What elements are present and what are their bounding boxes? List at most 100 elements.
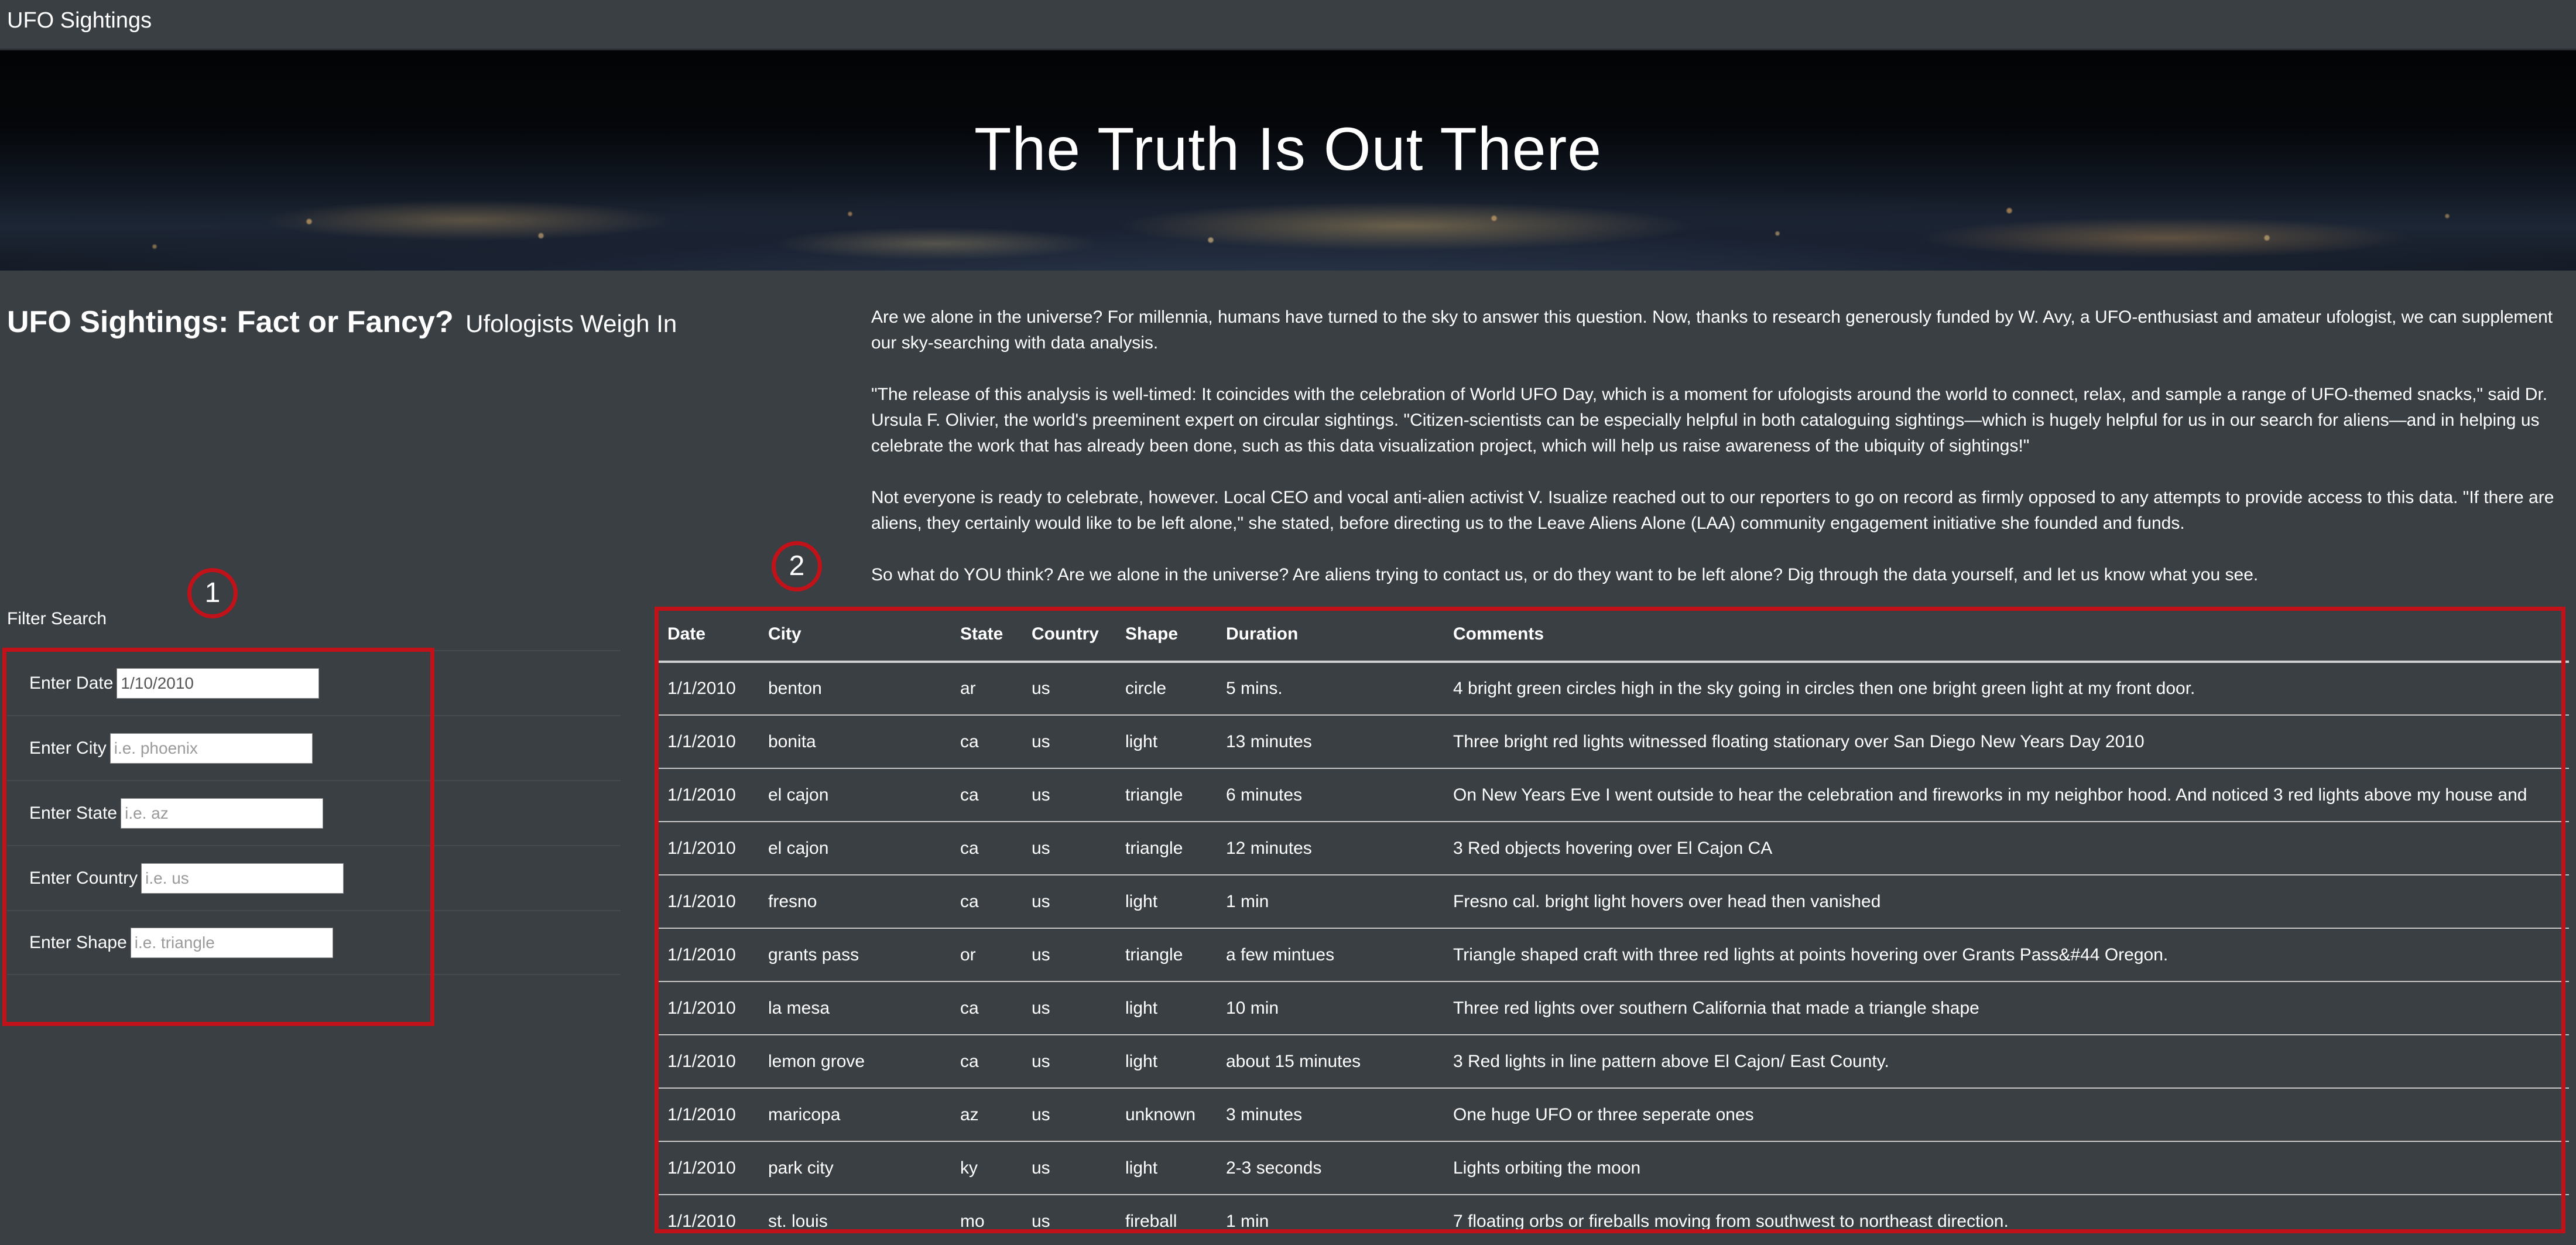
cell-country: us [1020,662,1114,716]
shape-input[interactable] [130,927,333,958]
cell-comments: Lights orbiting the moon [1441,1141,2569,1195]
table-row: 1/1/2010 el cajon ca us triangle 6 minutes On … [656,768,2569,822]
city-input[interactable] [109,733,313,764]
cell-shape: fireball [1114,1195,1214,1230]
cell-state: ar [948,662,1020,716]
cell-state: ca [948,768,1020,822]
cell-date: 1/1/2010 [656,715,756,769]
column-header-shape: Shape [1114,608,1214,663]
cell-duration: 2-3 seconds [1214,1141,1441,1195]
cell-city: park city [756,1141,948,1195]
cell-shape: light [1114,1035,1214,1089]
table-row: 1/1/2010 st. louis mo us fireball 1 min 7 floa… [656,1195,2569,1230]
cell-city: st. louis [756,1195,948,1230]
cell-city: lemon grove [756,1035,948,1089]
cell-country: us [1020,822,1114,875]
cell-shape: circle [1114,662,1214,716]
cell-city: grants pass [756,928,948,982]
cell-duration: 1 min [1214,875,1441,929]
shape-label: Enter Shape [29,932,127,952]
cell-country: us [1020,715,1114,769]
cell-country: us [1020,1035,1114,1089]
table-row: 1/1/2010 bonita ca us light 13 minutes Three b… [656,715,2569,769]
cell-date: 1/1/2010 [656,981,756,1035]
table-row: 1/1/2010 lemon grove ca us light about 15 min… [656,1035,2569,1089]
cell-comments: 3 Red objects hovering over El Cajon CA [1441,822,2569,875]
cell-shape: unknown [1114,1088,1214,1142]
filter-item-city: Enter City [7,715,621,780]
cell-comments: Three bright red lights witnessed floati… [1441,715,2569,769]
cell-comments: Three red lights over southern Californi… [1441,981,2569,1035]
cell-country: us [1020,875,1114,929]
cell-duration: 6 minutes [1214,768,1441,822]
cell-duration: 12 minutes [1214,822,1441,875]
cell-city: benton [756,662,948,716]
article-paragraph: Are we alone in the universe? For millen… [871,307,2553,353]
cell-state: ca [948,715,1020,769]
column-header-state: State [948,608,1020,663]
cell-comments: 4 bright green circles high in the sky g… [1441,662,2569,716]
article-paragraph: "The release of this analysis is well-ti… [871,385,2548,456]
cell-city: el cajon [756,768,948,822]
sightings-table-container: Date City State Country Shape Duration C… [656,608,2569,1230]
table-body: 1/1/2010 benton ar us circle 5 mins. 4 bright … [656,662,2569,1230]
filter-item-state: Enter State [7,780,621,845]
date-input[interactable] [117,668,320,699]
country-label: Enter Country [29,868,138,888]
cell-duration: 5 mins. [1214,662,1441,716]
article-paragraph: Not everyone is ready to celebrate, howe… [871,488,2554,533]
cell-state: ca [948,822,1020,875]
column-header-date: Date [656,608,756,663]
cell-date: 1/1/2010 [656,1195,756,1230]
cell-country: us [1020,928,1114,982]
cell-state: ca [948,1035,1020,1089]
cell-comments: 7 floating orbs or fireballs moving from… [1441,1195,2569,1230]
cell-state: ca [948,875,1020,929]
table-row: 1/1/2010 grants pass or us triangle a few min… [656,928,2569,982]
sightings-table: Date City State Country Shape Duration C… [656,608,2569,1230]
page-title-sub: Ufologists Weigh In [465,310,677,337]
cell-shape: triangle [1114,822,1214,875]
navbar: UFO Sightings [0,0,2576,50]
cell-date: 1/1/2010 [656,875,756,929]
cell-date: 1/1/2010 [656,1088,756,1142]
cell-shape: triangle [1114,768,1214,822]
cell-date: 1/1/2010 [656,1035,756,1089]
cell-duration: a few mintues [1214,928,1441,982]
cell-date: 1/1/2010 [656,822,756,875]
filter-item-country: Enter Country [7,845,621,910]
cell-comments: One huge UFO or three seperate ones [1441,1088,2569,1142]
cell-shape: light [1114,715,1214,769]
cell-comments: On New Years Eve I went outside to hear … [1441,768,2569,822]
state-label: Enter State [29,803,118,823]
cell-country: us [1020,1088,1114,1142]
cell-duration: 1 min [1214,1195,1441,1230]
cell-shape: light [1114,875,1214,929]
cell-duration: about 15 minutes [1214,1035,1441,1089]
state-input[interactable] [121,798,324,829]
hero-banner: The Truth Is Out There [0,50,2576,271]
navbar-brand[interactable]: UFO Sightings [7,8,152,33]
cell-comments: Triangle shaped craft with three red lig… [1441,928,2569,982]
cell-country: us [1020,1195,1114,1230]
table-row: 1/1/2010 la mesa ca us light 10 min Three red … [656,981,2569,1035]
cell-date: 1/1/2010 [656,928,756,982]
column-header-duration: Duration [1214,608,1441,663]
cell-shape: light [1114,1141,1214,1195]
cell-state: ky [948,1141,1020,1195]
cell-city: la mesa [756,981,948,1035]
page-title-main: UFO Sightings: Fact or Fancy? [7,305,454,339]
cell-country: us [1020,981,1114,1035]
date-label: Enter Date [29,673,114,693]
page-title: UFO Sightings: Fact or Fancy? Ufologists… [7,305,815,340]
table-header-row: Date City State Country Shape Duration C… [656,608,2569,663]
country-input[interactable] [141,863,344,894]
cell-comments: Fresno cal. bright light hovers over hea… [1441,875,2569,929]
cell-city: fresno [756,875,948,929]
callout-number-1: 1 [187,568,238,618]
column-header-comments: Comments [1441,608,2569,663]
table-row: 1/1/2010 el cajon ca us triangle 12 minutes 3 … [656,822,2569,875]
cell-state: az [948,1088,1020,1142]
cell-duration: 13 minutes [1214,715,1441,769]
cell-country: us [1020,768,1114,822]
